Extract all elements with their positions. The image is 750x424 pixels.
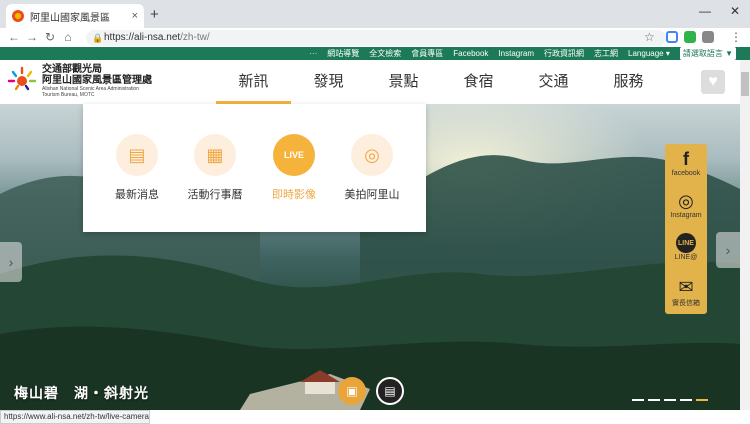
- utility-link-search[interactable]: 全文檢索: [369, 47, 401, 60]
- slide-dot[interactable]: [648, 399, 660, 401]
- logo-sun-icon: [6, 65, 38, 97]
- minimize-icon[interactable]: —: [690, 4, 720, 18]
- logo-english-sub: Tourism Bureau, MOTC: [42, 92, 95, 98]
- utility-link-sitemap[interactable]: 網站導覽: [327, 47, 359, 60]
- favorites-heart-icon[interactable]: ♥: [701, 70, 725, 94]
- grid-icon[interactable]: ⋯: [309, 47, 317, 60]
- mail-icon: ✉: [678, 277, 694, 297]
- slide-caption: 梅山碧 湖・斜射光: [14, 385, 149, 401]
- browser-tab[interactable]: 阿里山國家風景區 ×: [6, 4, 144, 28]
- slide-dot[interactable]: [680, 399, 692, 401]
- calendar-icon: ▦: [194, 134, 236, 176]
- utility-link-member[interactable]: 會員專區: [411, 47, 443, 60]
- new-tab-button[interactable]: +: [150, 6, 159, 23]
- dropdown-item-events[interactable]: ▦ 活動行事曆: [179, 134, 251, 202]
- slide-dot[interactable]: [696, 399, 708, 401]
- browser-menu-icon[interactable]: ⋮: [730, 30, 742, 44]
- utility-link-admin[interactable]: 行政資訊網: [544, 47, 584, 60]
- social-label: facebook: [671, 170, 701, 177]
- bookmark-star-icon[interactable]: ☆: [644, 30, 655, 44]
- nav-discover[interactable]: 發現: [291, 60, 366, 104]
- close-window-icon[interactable]: ✕: [720, 4, 750, 18]
- dropdown-item-photo-alishan[interactable]: ◎ 美拍阿里山: [336, 134, 408, 202]
- dropdown-item-live-camera[interactable]: LIVE 即時影像: [258, 134, 330, 202]
- google-translate-select[interactable]: 請選取語言 ▼: [679, 47, 736, 60]
- url-path: /zh-tw/: [180, 32, 210, 43]
- url-input[interactable]: 🔒 https://ali-nsa.net/zh-tw/: [86, 30, 666, 46]
- nav-news[interactable]: 新訊: [216, 60, 291, 104]
- dropdown-label: 最新消息: [115, 189, 159, 201]
- nav-services[interactable]: 服務: [591, 60, 666, 104]
- utility-link-instagram[interactable]: Instagram: [498, 47, 534, 60]
- social-line[interactable]: LINE LINE@: [665, 232, 707, 261]
- social-label: LINE@: [674, 254, 698, 261]
- news-dropdown-menu: ▤ 最新消息 ▦ 活動行事曆 LIVE 即時影像 ◎ 美拍阿里山: [83, 104, 426, 232]
- extension-icon[interactable]: [666, 31, 678, 43]
- site-logo[interactable]: 交通部觀光局 阿里山國家風景區管理處 Alishan National Scen…: [6, 64, 152, 98]
- line-icon: LINE: [676, 233, 696, 253]
- social-facebook[interactable]: f facebook: [665, 148, 707, 177]
- live-camera-icon: LIVE: [273, 134, 315, 176]
- lock-icon: 🔒: [92, 33, 104, 43]
- language-select[interactable]: Language ▾: [628, 47, 670, 60]
- social-instagram[interactable]: ◎ Instagram: [665, 190, 707, 219]
- utility-link-volunteer[interactable]: 志工網: [594, 47, 618, 60]
- social-label: Instagram: [670, 212, 702, 219]
- dropdown-label: 即時影像: [272, 189, 316, 201]
- photo-mode-button[interactable]: ▣: [338, 377, 366, 405]
- slide-dot[interactable]: [632, 399, 644, 401]
- slide-next-button[interactable]: ›: [716, 232, 740, 268]
- nav-lodging[interactable]: 食宿: [441, 60, 516, 104]
- tab-title: 阿里山國家風景區: [30, 12, 110, 24]
- social-sidebar: f facebook ◎ Instagram LINE LINE@ ✉ 實長信箱: [665, 144, 707, 314]
- dropdown-item-latest-news[interactable]: ▤ 最新消息: [101, 134, 173, 202]
- status-url: https://www.ali-nsa.net/zh-tw/live-camer…: [0, 410, 150, 424]
- news-icon: ▤: [116, 134, 158, 176]
- forward-icon[interactable]: →: [24, 30, 40, 44]
- social-label: 實長信箱: [672, 300, 700, 307]
- slide-dot[interactable]: [664, 399, 676, 401]
- page-scrollbar[interactable]: [740, 60, 750, 410]
- url-host: https://ali-nsa.net: [104, 32, 181, 43]
- slide-prev-button[interactable]: ›: [0, 242, 22, 282]
- facebook-icon: f: [683, 149, 689, 169]
- tab-close-icon[interactable]: ×: [132, 10, 138, 22]
- instagram-icon: ◎: [351, 134, 393, 176]
- video-mode-button[interactable]: ▤: [376, 377, 404, 405]
- dropdown-label: 活動行事曆: [187, 189, 243, 201]
- instagram-icon: ◎: [678, 191, 694, 211]
- site-favicon-icon: [12, 10, 24, 22]
- logo-agency: 交通部觀光局: [42, 64, 102, 75]
- home-icon[interactable]: ⌂: [60, 30, 76, 44]
- dropdown-label: 美拍阿里山: [344, 189, 400, 201]
- nav-transport[interactable]: 交通: [516, 60, 591, 104]
- nav-attractions[interactable]: 景點: [366, 60, 441, 104]
- reload-icon[interactable]: ↻: [42, 30, 58, 44]
- download-extension-icon[interactable]: [684, 31, 696, 43]
- back-icon[interactable]: ←: [6, 30, 22, 44]
- main-nav: 新訊 發現 景點 食宿 交通 服務: [216, 60, 666, 104]
- social-mailbox[interactable]: ✉ 實長信箱: [665, 276, 707, 308]
- logo-title: 阿里山國家風景區管理處: [42, 75, 152, 86]
- utility-bar: ⋯ 網站導覽 全文檢索 會員專區 Facebook Instagram 行政資訊…: [0, 47, 750, 60]
- scrollbar-thumb[interactable]: [741, 72, 749, 96]
- utility-link-facebook[interactable]: Facebook: [453, 47, 488, 60]
- profile-icon[interactable]: [702, 31, 714, 43]
- slide-indicators: [632, 399, 708, 401]
